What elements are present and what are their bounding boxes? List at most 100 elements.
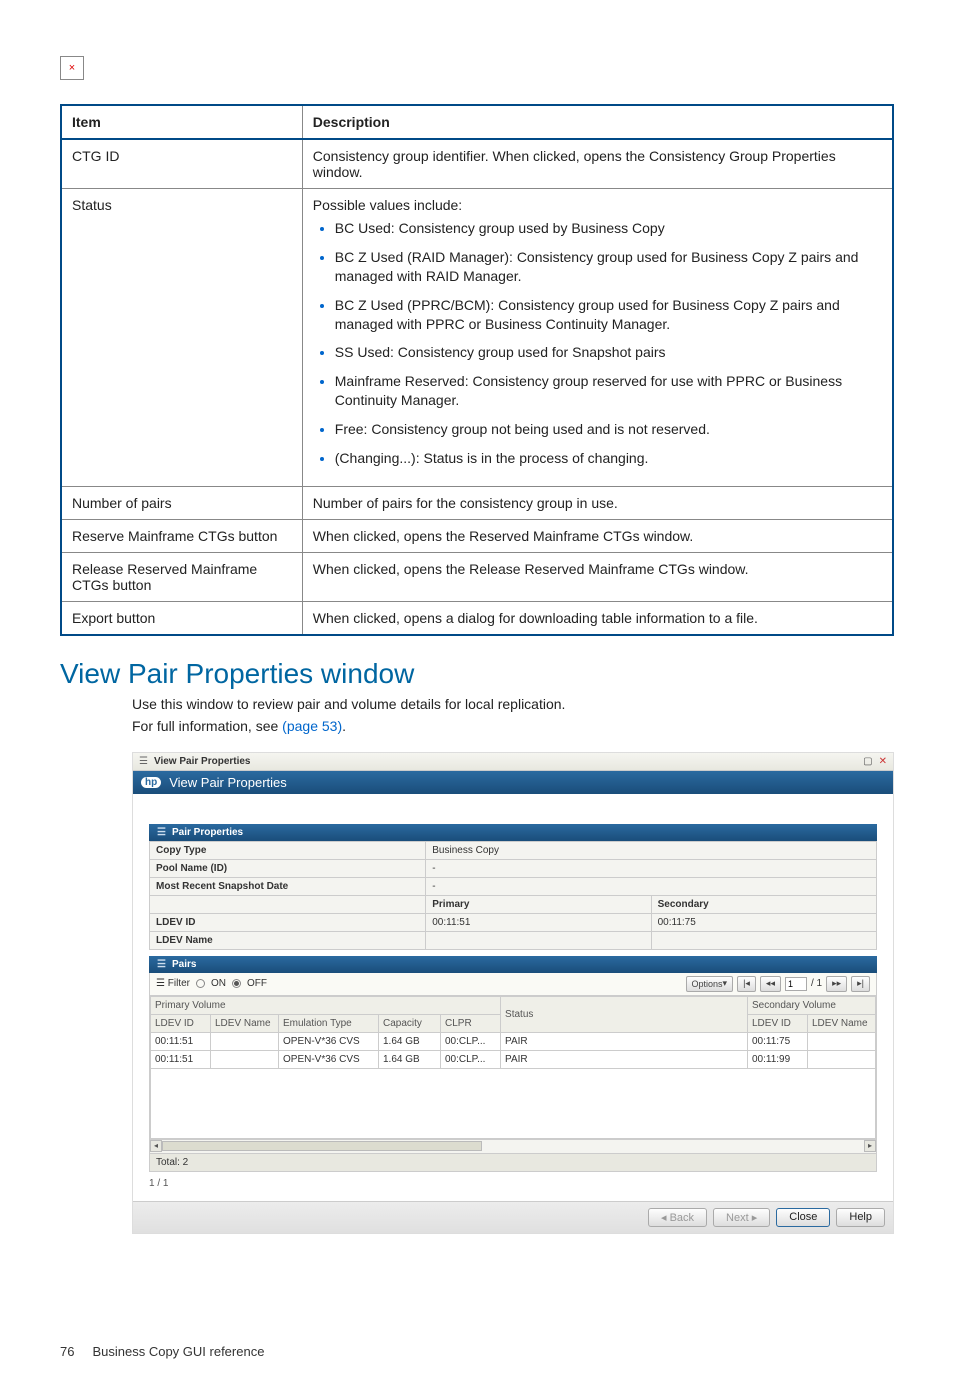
wizard-footer: ◂ Back Next ▸ Close Help [133,1201,893,1233]
col-ldev-name[interactable]: LDEV Name [211,1014,279,1032]
collapse-icon[interactable]: ☰ [139,756,148,767]
cell: 1.64 GB [379,1032,441,1050]
page-number: 76 [60,1344,74,1359]
window-titlebar: ☰ View Pair Properties ▢ ✕ [133,753,893,771]
page-link[interactable]: (page 53) [282,718,342,734]
col-primary: Primary [426,895,651,913]
list-item: (Changing...): Status is in the process … [335,449,882,468]
header-title: View Pair Properties [169,775,287,790]
header-bar: hp View Pair Properties [133,771,893,794]
prop-label: Copy Type [150,841,426,859]
col-ldev-id[interactable]: LDEV ID [151,1014,211,1032]
help-button[interactable]: Help [836,1208,885,1227]
desc-cell: Consistency group identifier. When click… [302,139,893,189]
prop-label: Pool Name (ID) [150,859,426,877]
pair-properties-table: Copy Type Business Copy Pool Name (ID) -… [149,841,877,950]
cell: 00:CLP... [441,1050,501,1068]
desc-cell: Number of pairs for the consistency grou… [302,486,893,519]
col-cap[interactable]: Capacity [379,1014,441,1032]
pager-label: 1 / 1 [149,1172,877,1193]
group-status[interactable]: Status [501,996,748,1032]
broken-image-icon: × [60,56,84,80]
cell: 00:11:99 [747,1050,807,1068]
table-row: Number of pairs Number of pairs for the … [61,486,893,519]
desc-cell: Possible values include: BC Used: Consis… [302,189,893,487]
prop-label: LDEV ID [150,913,426,931]
page-prev-button[interactable]: ◂◂ [760,976,781,992]
col-emu[interactable]: Emulation Type [279,1014,379,1032]
hp-logo: hp [141,777,161,788]
collapse-icon: ☰ [157,827,166,838]
prop-value: - [426,859,877,877]
col-sec-ldev-name[interactable]: LDEV Name [807,1014,875,1032]
page-footer: 76 Business Copy GUI reference [60,1344,894,1359]
scroll-thumb[interactable] [162,1141,482,1151]
scroll-right-icon[interactable]: ▸ [864,1140,876,1152]
item-cell: Export button [61,601,302,635]
horizontal-scrollbar[interactable]: ◂ ▸ [149,1140,877,1154]
cell: OPEN-V*36 CVS [279,1050,379,1068]
prop-value: - [426,877,877,895]
page-next-button[interactable]: ▸▸ [826,976,847,992]
next-button[interactable]: Next ▸ [713,1208,770,1227]
options-button[interactable]: Options ▾ [686,976,734,992]
close-icon[interactable]: ✕ [879,756,887,767]
col-sec-ldev-id[interactable]: LDEV ID [747,1014,807,1032]
desc-lead: Possible values include: [313,197,462,213]
desc-cell: When clicked, opens the Reserved Mainfra… [302,519,893,552]
view-pair-properties-window: ☰ View Pair Properties ▢ ✕ hp View Pair … [132,752,894,1234]
prop-value [426,931,651,949]
scroll-left-icon[interactable]: ◂ [150,1140,162,1152]
cell: 00:11:51 [151,1050,211,1068]
col-header-item: Item [61,105,302,139]
window-title: View Pair Properties [154,756,251,767]
cell: PAIR [501,1032,748,1050]
page-last-button[interactable]: ▸| [851,976,870,992]
item-cell: Number of pairs [61,486,302,519]
pairs-toolbar: ☰ Filter ON OFF Options ▾ |◂ ◂◂ / 1 ▸▸ ▸… [149,973,877,996]
on-label: ON [211,978,226,989]
grid-row[interactable]: 00:11:51 OPEN-V*36 CVS 1.64 GB 00:CLP...… [151,1050,876,1068]
off-label: OFF [247,978,267,989]
page-first-button[interactable]: |◂ [737,976,756,992]
prop-label: Most Recent Snapshot Date [150,877,426,895]
grid-row[interactable]: 00:11:51 OPEN-V*36 CVS 1.64 GB 00:CLP...… [151,1032,876,1050]
col-header-description: Description [302,105,893,139]
list-item: BC Z Used (PPRC/BCM): Consistency group … [335,296,882,334]
prop-value: 00:11:75 [651,913,876,931]
cell [807,1032,875,1050]
maximize-icon[interactable]: ▢ [863,756,872,767]
list-item: SS Used: Consistency group used for Snap… [335,343,882,362]
cell: 00:CLP... [441,1032,501,1050]
list-item: BC Z Used (RAID Manager): Consistency gr… [335,248,882,286]
close-button[interactable]: Close [776,1208,830,1227]
item-cell: Release Reserved Mainframe CTGs button [61,552,302,601]
section-paragraph: Use this window to review pair and volum… [132,696,894,712]
filter-on-radio[interactable] [196,979,205,988]
grid-empty-space [151,1068,876,1138]
filter-off-radio[interactable] [232,979,241,988]
prop-value: Business Copy [426,841,877,859]
pairs-header[interactable]: ☰ Pairs [149,956,877,973]
prop-value [651,931,876,949]
col-clpr[interactable]: CLPR [441,1014,501,1032]
page-total: / 1 [811,978,822,989]
table-row: Reserve Mainframe CTGs button When click… [61,519,893,552]
section-heading: View Pair Properties window [60,658,894,690]
cell: PAIR [501,1050,748,1068]
total-row: Total: 2 [149,1154,877,1172]
text: . [342,718,346,734]
item-cell: CTG ID [61,139,302,189]
item-description-table: Item Description CTG ID Consistency grou… [60,104,894,636]
pairs-grid: Primary Volume Status Secondary Volume L… [150,996,876,1139]
collapse-icon: ☰ [157,959,166,970]
page-input[interactable] [785,977,807,991]
cell: 00:11:51 [151,1032,211,1050]
item-cell: Status [61,189,302,487]
item-cell: Reserve Mainframe CTGs button [61,519,302,552]
back-button[interactable]: ◂ Back [648,1208,707,1227]
filter-label: ☰ Filter [156,978,190,989]
cell: OPEN-V*36 CVS [279,1032,379,1050]
list-item: Mainframe Reserved: Consistency group re… [335,372,882,410]
pair-properties-header[interactable]: ☰ Pair Properties [149,824,877,841]
